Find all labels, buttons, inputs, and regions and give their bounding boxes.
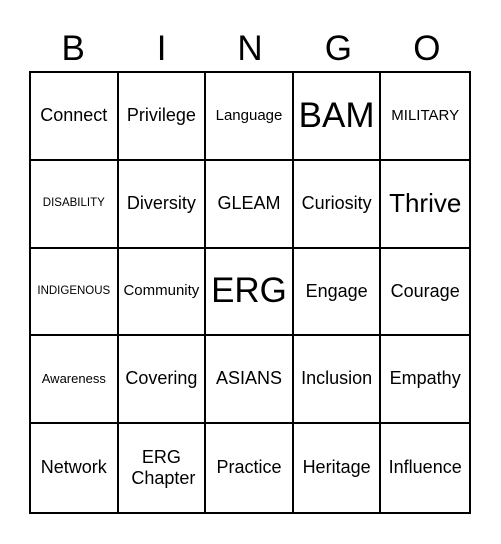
bingo-cell-text: ERG Chapter <box>131 446 196 489</box>
bingo-cell-text: Practice <box>216 457 282 478</box>
bingo-cell-text: DISABILITY <box>42 196 105 209</box>
bingo-cell-text: Engage <box>305 280 368 301</box>
bingo-cell-text: Thrive <box>389 188 462 219</box>
bingo-cell-text: Heritage <box>302 457 371 478</box>
header-letter-i: I <box>156 29 167 68</box>
bingo-cell[interactable]: Engage <box>293 248 382 337</box>
bingo-cell-text: MILITARY <box>391 106 460 124</box>
bingo-cell-text: Diversity <box>126 192 196 213</box>
bingo-cell[interactable]: BAM <box>293 73 382 161</box>
bingo-cell[interactable]: Curiosity <box>293 160 382 249</box>
bingo-cell[interactable]: GLEAM <box>206 160 294 249</box>
bingo-grid: Connect Privilege Language BAM MILITARY DISAB… <box>29 71 471 514</box>
bingo-cell[interactable]: Community <box>118 248 207 337</box>
bingo-cell[interactable]: MILITARY <box>381 73 469 161</box>
bingo-cell-text: Awareness <box>41 371 106 387</box>
bingo-cell-text: Connect <box>40 105 108 126</box>
bingo-cell[interactable]: Courage <box>381 249 469 337</box>
bingo-cell[interactable]: Practice <box>206 424 294 512</box>
bingo-cell-text: BAM <box>298 95 375 135</box>
bingo-cell[interactable]: Influence <box>381 424 469 512</box>
bingo-cell[interactable]: INDIGENOUS <box>31 248 119 337</box>
bingo-cell[interactable]: Thrive <box>381 161 469 249</box>
bingo-cell-text: INDIGENOUS <box>37 284 111 297</box>
bingo-cell[interactable]: Covering <box>118 336 207 425</box>
bingo-cell[interactable]: Connect <box>31 73 119 161</box>
bingo-cell[interactable]: ERG Chapter <box>119 424 207 512</box>
header-letter-b: B <box>61 29 85 68</box>
bingo-cell-text: Inclusion <box>301 368 373 389</box>
bingo-cell-text: Influence <box>388 457 462 478</box>
bingo-cell[interactable]: DISABILITY <box>31 160 119 249</box>
bingo-cell-text: Covering <box>125 368 198 389</box>
bingo-cell-text: Language <box>215 106 283 124</box>
bingo-header: B I N G O <box>29 28 471 70</box>
bingo-cell-text: ERG <box>211 271 287 311</box>
bingo-cell[interactable]: Empathy <box>381 336 469 425</box>
bingo-cell-text: ASIANS <box>215 368 282 389</box>
header-letter-g: G <box>324 29 353 68</box>
bingo-cell-text: Curiosity <box>301 192 372 213</box>
bingo-cell[interactable]: ASIANS <box>206 336 294 425</box>
header-letter-o: O <box>413 29 441 68</box>
bingo-cell-text: Empathy <box>389 368 461 389</box>
bingo-cell[interactable]: Network <box>31 424 119 512</box>
bingo-cell[interactable]: Awareness <box>31 336 119 425</box>
bingo-cell-text: Privilege <box>126 105 196 126</box>
bingo-cell-text: GLEAM <box>217 192 281 213</box>
bingo-cell-text: Network <box>40 457 107 478</box>
bingo-cell-text: Courage <box>390 280 460 301</box>
bingo-cell[interactable]: Diversity <box>118 160 207 249</box>
bingo-cell-text: Community <box>123 282 200 300</box>
bingo-cell[interactable]: ERG <box>206 248 294 337</box>
bingo-cell[interactable]: Heritage <box>294 424 382 512</box>
bingo-cell[interactable]: Privilege <box>118 73 207 161</box>
bingo-cell[interactable]: Inclusion <box>293 336 382 425</box>
header-letter-n: N <box>237 29 263 68</box>
bingo-cell[interactable]: Language <box>206 73 294 161</box>
